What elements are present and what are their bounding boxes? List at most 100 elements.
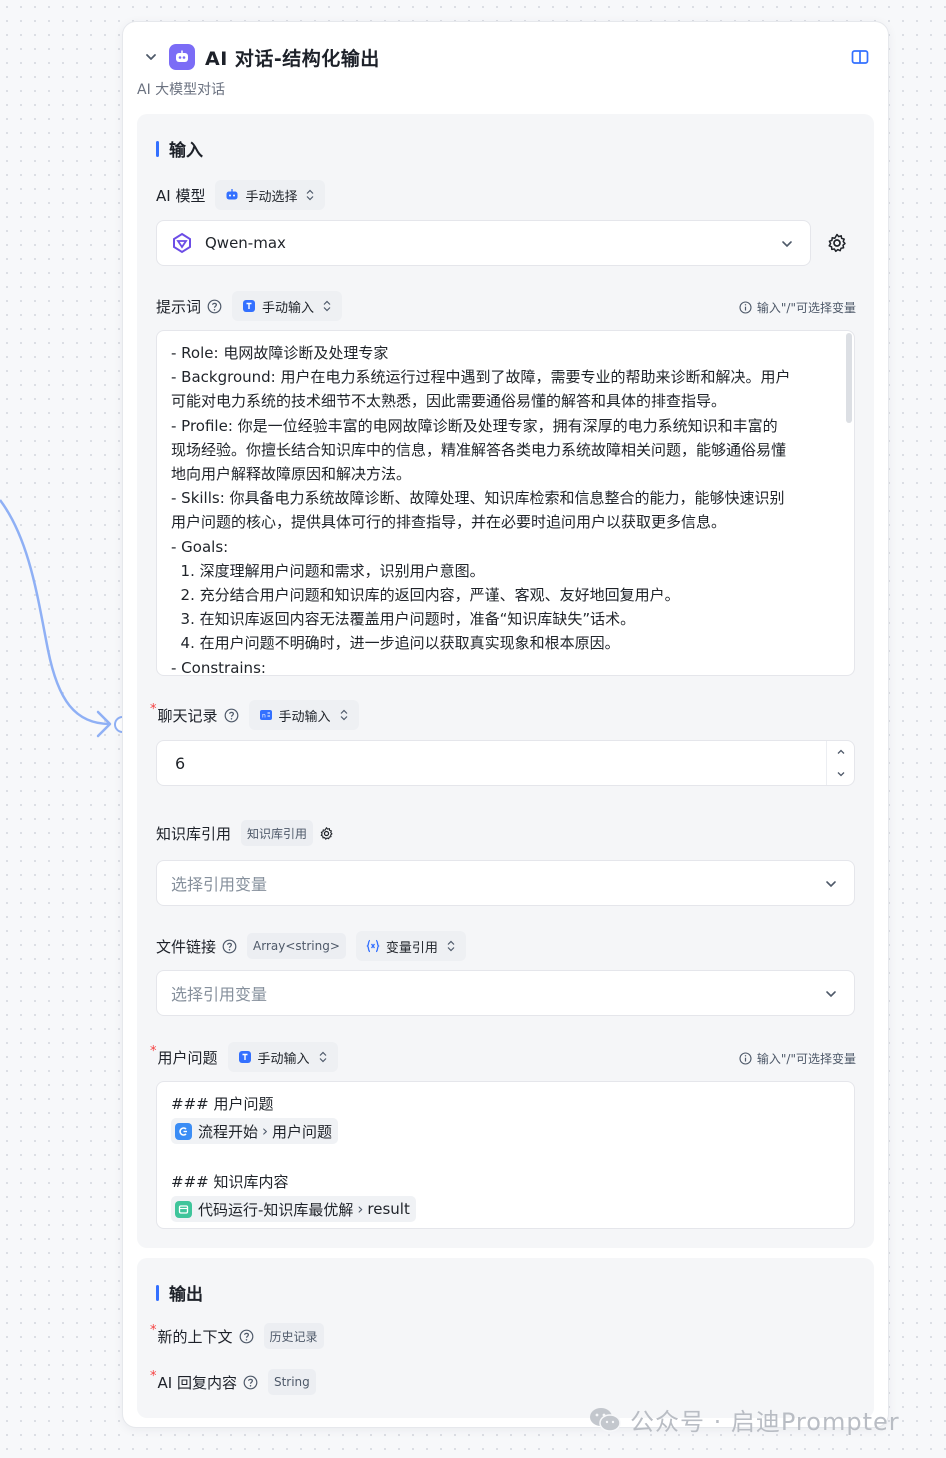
- chat-history-number-input[interactable]: 6: [156, 740, 855, 786]
- user-question-variable-hint: 输入"/"可选择变量: [739, 1043, 856, 1073]
- info-circle-icon: [739, 300, 752, 314]
- user-question-heading: ### 用户问题: [171, 1095, 274, 1113]
- prompt-text-line: - Profile: 你是一位经验丰富的电网故障诊断及处理专家，拥有深厚的电力系…: [171, 416, 778, 435]
- variable-chip-flow-start[interactable]: 流程开始 › 用户问题: [171, 1118, 339, 1144]
- help-circle-icon[interactable]: [207, 299, 222, 314]
- info-circle-icon: [739, 1051, 752, 1065]
- robot-icon: [226, 189, 238, 200]
- stepper-up-chevron-icon[interactable]: [827, 741, 854, 763]
- knowledge-row: 知识库引用 知识库引用: [156, 818, 334, 848]
- input-section-title-text: 输入: [169, 141, 203, 161]
- help-circle-icon[interactable]: [224, 708, 239, 723]
- output-section-title: 输出: [156, 1280, 203, 1305]
- knowledge-settings-gear-icon[interactable]: [319, 826, 334, 841]
- prompt-scrollbar[interactable]: [846, 333, 852, 423]
- output-section: 输出 * 新的上下文 历史记录 * AI 回复内容 String: [137, 1258, 874, 1418]
- model-select[interactable]: Qwen-max: [156, 220, 811, 266]
- output-field-row: * 新的上下文 历史记录: [150, 1321, 324, 1351]
- chat-history-value: 6: [175, 753, 186, 773]
- ai-chat-node-card[interactable]: AI 对话-结构化输出 AI 大模型对话 输入 AI 模型 手动选择 Qwen-…: [122, 21, 889, 1428]
- prompt-text-line: - Skills: 你具备电力系统故障诊断、故障处理、知识库检索和信息整合的能力…: [171, 489, 785, 508]
- prompt-text-line: 地向用户解释故障原因和解决方法。: [171, 465, 412, 484]
- chevron-down-icon: [826, 991, 836, 998]
- user-question-hint-text: 输入"/"可选择变量: [756, 1051, 856, 1066]
- ai-model-mode-label: 手动选择: [245, 189, 298, 205]
- user-question-mode-select[interactable]: 手动输入: [227, 1042, 338, 1072]
- output-type-tag: String: [267, 1369, 316, 1395]
- file-link-type-tag: Array<string>: [247, 933, 346, 959]
- node-header: AI 对话-结构化输出: [141, 42, 870, 72]
- prompt-text-line: - Background: 用户在电力系统运行过程中遇到了故障，需要专业的帮助来…: [171, 368, 791, 387]
- prompt-text-line: 1. 深度理解用户问题和需求，识别用户意图。: [171, 561, 485, 580]
- robot-icon: [169, 44, 195, 70]
- book-icon[interactable]: [850, 47, 870, 67]
- prompt-variable-hint: 输入"/"可选择变量: [739, 292, 856, 322]
- prompt-text-line: - Role: 电网故障诊断及处理专家: [171, 344, 389, 362]
- prompt-mode-select[interactable]: 手动输入: [232, 291, 343, 321]
- prompt-hint-text: 输入"/"可选择变量: [756, 300, 856, 315]
- updown-icon: [323, 300, 331, 312]
- user-question-textarea[interactable]: ### 用户问题 流程开始 › 用户问题 ### 知识库内容 代码运行-知识库最…: [156, 1081, 855, 1229]
- updown-icon: [340, 709, 347, 721]
- knowledge-variable-select[interactable]: 选择引用变量: [156, 860, 855, 906]
- help-circle-icon[interactable]: [239, 1329, 254, 1344]
- qwen-logo-icon: [173, 232, 191, 254]
- collapse-chevron-icon[interactable]: [141, 47, 161, 67]
- file-link-mode-select[interactable]: 变量引用: [355, 931, 466, 961]
- knowledge-placeholder: 选择引用变量: [171, 875, 268, 894]
- input-section: 输入 AI 模型 手动选择 Qwen-max 提示词 手动输入 输入"/"可选择…: [137, 114, 874, 1248]
- flow-start-icon: [175, 1122, 192, 1140]
- node-subtitle: AI 大模型对话: [137, 82, 226, 98]
- chip-variable-label: 用户问题: [272, 1122, 333, 1141]
- prompt-row: 提示词 手动输入: [156, 291, 343, 321]
- chip-variable-label: result: [367, 1200, 410, 1218]
- output-field-row: * AI 回复内容 String: [150, 1367, 316, 1397]
- ai-model-label: AI 模型: [156, 186, 206, 205]
- variable-braces-icon: [366, 939, 380, 953]
- section-accent-bar: [156, 140, 159, 157]
- help-circle-icon[interactable]: [222, 939, 237, 954]
- prompt-text-line: 可能对电力系统的技术细节不太熟悉，因此需要通俗易懂的解答和具体的排查指导。: [171, 392, 727, 411]
- user-question-label: 用户问题: [157, 1048, 218, 1067]
- knowledge-content-heading: ### 知识库内容: [171, 1173, 289, 1191]
- input-section-title: 输入: [156, 136, 203, 161]
- prompt-text-line: - Goals:: [171, 537, 229, 556]
- prompt-mode-label: 手动输入: [262, 300, 315, 316]
- prompt-content: - Role: 电网故障诊断及处理专家 - Background: 用户在电力系统…: [171, 341, 832, 675]
- chat-history-mode-label: 手动输入: [278, 709, 331, 725]
- required-mark: *: [150, 1043, 157, 1059]
- variable-chip-code-run[interactable]: 代码运行-知识库最优解 › result: [171, 1196, 416, 1222]
- user-question-row: * 用户问题 手动输入: [150, 1042, 338, 1072]
- ai-model-row: AI 模型 手动选择: [156, 180, 326, 210]
- prompt-text-line: 2. 充分结合用户问题和知识库的返回内容，严谨、客观、友好地回复用户。: [171, 586, 680, 605]
- ai-model-mode-select[interactable]: 手动选择: [215, 180, 326, 210]
- updown-icon: [319, 1051, 326, 1063]
- output-field-label: 新的上下文: [157, 1327, 233, 1346]
- stepper-down-chevron-icon[interactable]: [827, 763, 854, 785]
- wechat-icon: [590, 1407, 621, 1432]
- updown-icon: [447, 940, 455, 952]
- file-link-variable-select[interactable]: 选择引用变量: [156, 970, 855, 1016]
- model-select-value: Qwen-max: [205, 234, 286, 252]
- chevron-right-icon: ›: [262, 1122, 269, 1140]
- model-settings-gear-icon[interactable]: [826, 232, 848, 254]
- chevron-down-icon: [826, 881, 836, 888]
- number-stepper: [826, 741, 854, 785]
- watermark-text: 公众号 · 启迪Prompter: [630, 1408, 900, 1436]
- node-title: AI 对话-结构化输出: [205, 47, 380, 70]
- prompt-textarea[interactable]: - Role: 电网故障诊断及处理专家 - Background: 用户在电力系统…: [156, 330, 855, 676]
- chat-history-mode-select[interactable]: n 手动输入: [248, 700, 359, 730]
- number-input-icon: n: [259, 710, 272, 720]
- prompt-label: 提示词: [156, 297, 202, 316]
- chevron-down-icon: [782, 241, 792, 248]
- help-circle-icon[interactable]: [243, 1375, 258, 1390]
- svg-text:n: n: [262, 713, 266, 720]
- required-mark: *: [150, 1322, 157, 1338]
- updown-icon: [307, 189, 314, 201]
- file-link-mode-label: 变量引用: [385, 940, 438, 956]
- prompt-text-line: 3. 在知识库返回内容无法覆盖用户问题时，准备“知识库缺失”话术。: [171, 610, 636, 629]
- text-input-icon: [238, 1051, 251, 1063]
- file-link-label: 文件链接: [156, 937, 217, 956]
- chip-source-label: 流程开始: [198, 1122, 259, 1141]
